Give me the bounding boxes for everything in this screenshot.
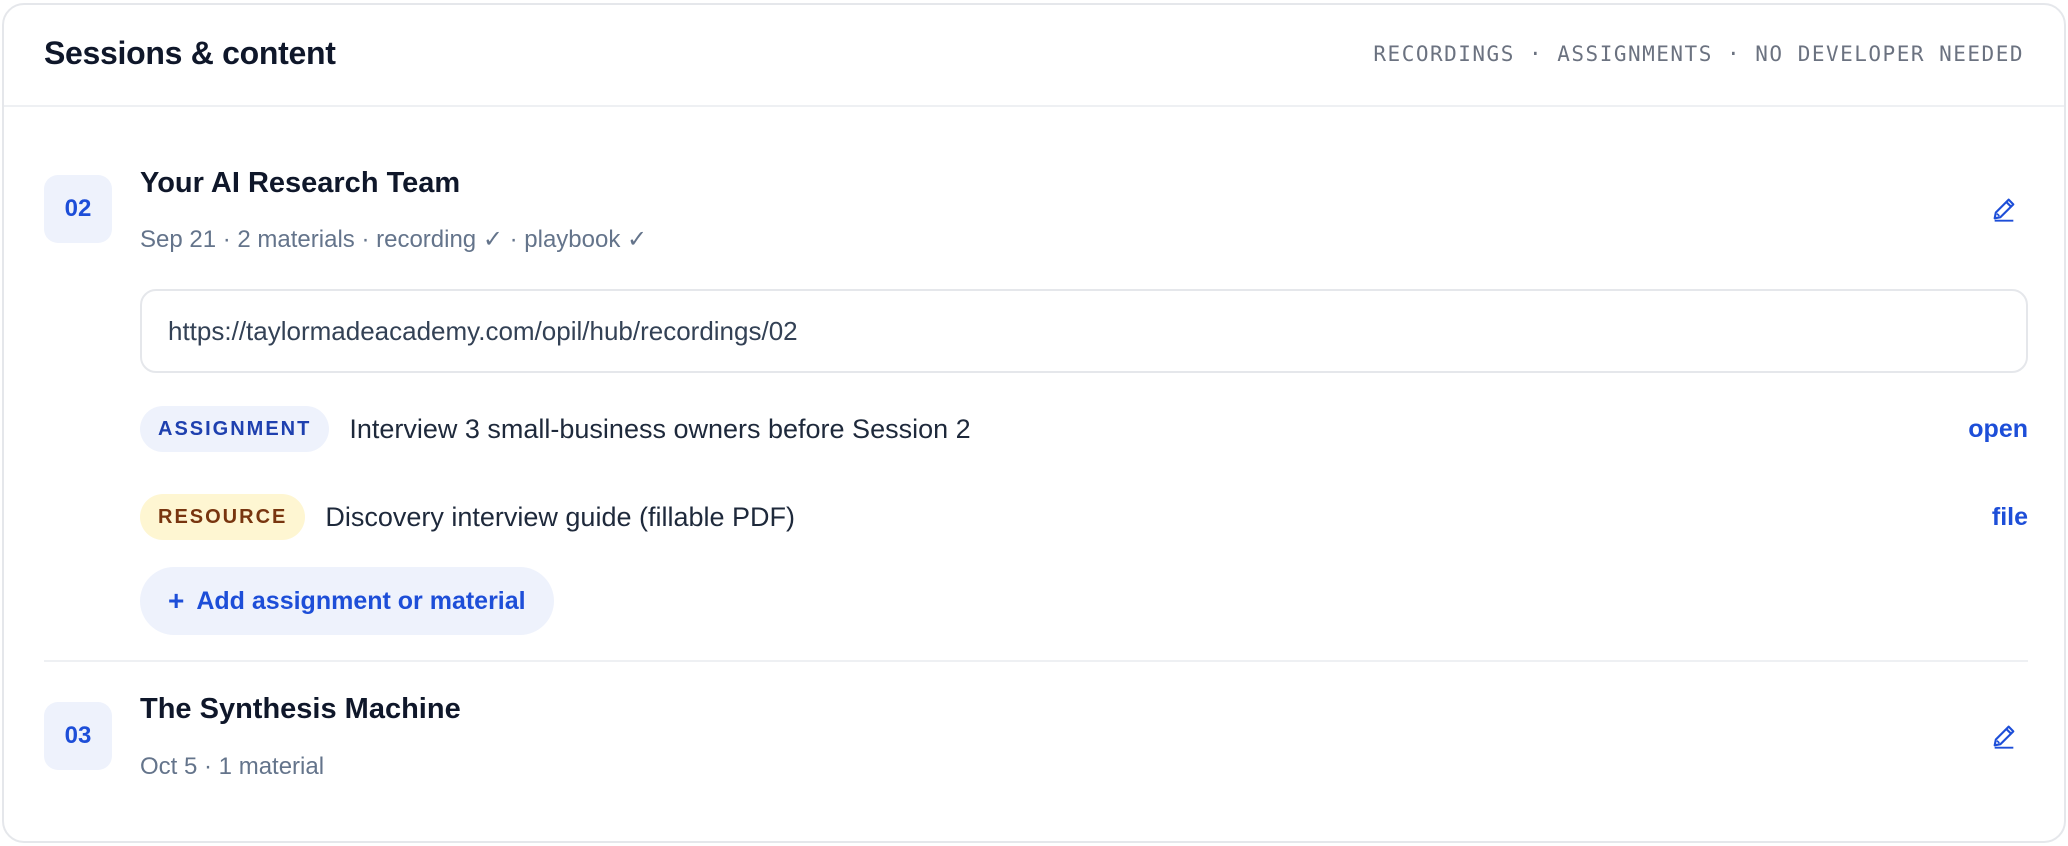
edit-session-button[interactable]: [1984, 716, 2024, 756]
pencil-icon: [1993, 198, 2015, 222]
session-divider: [44, 660, 2028, 662]
session-title: Your AI Research Team: [140, 167, 461, 199]
plus-icon: +: [168, 585, 185, 616]
page-title: Sessions & content: [44, 35, 336, 71]
assignment-text: Interview 3 small-business owners before…: [349, 413, 971, 444]
open-link[interactable]: open: [1968, 415, 2028, 444]
resource-tag: RESOURCE: [140, 494, 306, 540]
add-assignment-label: Add assignment or material: [196, 586, 526, 615]
file-link[interactable]: file: [1992, 503, 2028, 532]
session-meta: Sep 21 · 2 materials · recording ✓ · pla…: [140, 226, 648, 253]
pencil-icon: [1993, 725, 2015, 749]
assignment-row: ASSIGNMENT Interview 3 small-business ow…: [140, 406, 2028, 452]
recording-url-field[interactable]: https://taylormadeacademy.com/opil/hub/r…: [140, 289, 2028, 373]
session-title: The Synthesis Machine: [140, 693, 461, 725]
card-header: Sessions & content RECORDINGS · ASSIGNME…: [4, 5, 2064, 107]
header-tagline: RECORDINGS · ASSIGNMENTS · NO DEVELOPER …: [1373, 42, 2024, 66]
assignment-tag: ASSIGNMENT: [140, 406, 330, 452]
sessions-card: Sessions & content RECORDINGS · ASSIGNME…: [2, 3, 2066, 843]
add-assignment-button[interactable]: + Add assignment or material: [140, 567, 554, 635]
session-meta: Oct 5 · 1 material: [140, 753, 325, 780]
recording-url-value: https://taylormadeacademy.com/opil/hub/r…: [168, 315, 798, 346]
edit-session-button[interactable]: [1984, 189, 2024, 229]
resource-row: RESOURCE Discovery interview guide (fill…: [140, 494, 2028, 540]
resource-text: Discovery interview guide (fillable PDF): [325, 501, 796, 532]
session-number-badge: 03: [44, 702, 112, 770]
session-number-badge: 02: [44, 175, 112, 243]
